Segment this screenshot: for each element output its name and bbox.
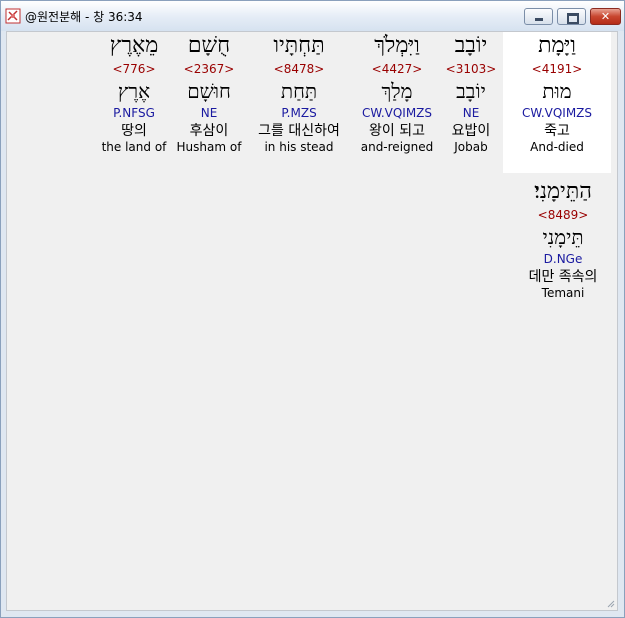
parsing-code: D.NGe <box>543 252 583 266</box>
english-gloss: Jobab <box>454 140 488 154</box>
hebrew-word: מֵאֶרֶץ <box>109 33 159 58</box>
korean-gloss: 요밥이 <box>451 123 491 139</box>
english-gloss: Temani <box>541 286 585 300</box>
parsing-code: NE <box>200 106 218 120</box>
app-icon[interactable] <box>5 8 21 24</box>
korean-gloss: 땅의 <box>121 123 147 139</box>
english-gloss: in his stead <box>264 140 334 154</box>
app-window: @원전분해 - 창 36:34 וַיָּמָת <4191> מוּת CW.… <box>0 0 625 618</box>
korean-gloss: 데만 족속의 <box>528 269 598 285</box>
hebrew-lemma: יוֹבָב <box>456 79 486 103</box>
word-card[interactable]: יוֹבָב <3103> יוֹבָב NE 요밥이 Jobab <box>435 32 507 154</box>
resize-grip-icon[interactable] <box>605 598 615 608</box>
english-gloss: the land of <box>101 140 167 154</box>
korean-gloss: 죽고 <box>544 123 570 139</box>
word-card[interactable]: וַיָּמָת <4191> מוּת CW.VQIMZS 죽고 And-di… <box>503 32 611 173</box>
title-bar[interactable]: @원전분해 - 창 36:34 <box>1 1 624 31</box>
parsing-code: P.NFSG <box>113 106 155 120</box>
strong-number[interactable]: <3103> <box>435 62 507 78</box>
hebrew-word: וַיָּמָת <box>538 33 576 58</box>
hebrew-lemma: תֵּימָנִי <box>542 225 584 249</box>
word-card[interactable]: מֵאֶרֶץ <776> אֶרֶץ P.NFSG 땅의 the land o… <box>99 32 169 154</box>
strong-number[interactable]: <2367> <box>173 62 245 78</box>
minimize-button[interactable] <box>524 8 553 25</box>
strong-number[interactable]: <4427> <box>351 62 443 78</box>
strong-number[interactable]: <8478> <box>247 62 351 78</box>
hebrew-lemma: אֶרֶץ <box>117 79 151 103</box>
hebrew-word: הַתֵּימָנִי׃ <box>534 179 592 204</box>
korean-gloss: 왕이 되고 <box>369 123 425 139</box>
strong-number[interactable]: <4191> <box>503 62 611 78</box>
hebrew-lemma: מָלַךְ <box>381 79 413 103</box>
korean-gloss: 후삼이 <box>189 123 229 139</box>
parsing-code: P.MZS <box>281 106 317 120</box>
word-card[interactable]: תַּחְתָּיו <8478> תַּחַת P.MZS 그를 대신하여 i… <box>247 32 351 154</box>
parsing-code: CW.VQIMZS <box>361 106 433 120</box>
interlinear-pane[interactable]: וַיָּמָת <4191> מוּת CW.VQIMZS 죽고 And-di… <box>6 31 618 611</box>
maximize-button[interactable] <box>557 8 586 25</box>
hebrew-lemma: מוּת <box>542 79 572 103</box>
hebrew-word: וַיִּמְלֹךְ <box>374 33 420 58</box>
parsing-code: CW.VQIMZS <box>521 106 593 120</box>
window-title: @원전분해 - 창 36:34 <box>25 10 143 24</box>
parsing-code: NE <box>462 106 480 120</box>
hebrew-word: תַּחְתָּיו <box>273 33 325 58</box>
english-gloss: and-reigned <box>360 140 434 154</box>
hebrew-lemma: תַּחַת <box>280 79 318 103</box>
word-card[interactable]: וַיִּמְלֹךְ <4427> מָלַךְ CW.VQIMZS 왕이 되… <box>351 32 443 154</box>
word-card[interactable]: חֻשָׁם <2367> חוּשָׁם NE 후삼이 Husham of <box>173 32 245 154</box>
close-button[interactable] <box>590 8 621 25</box>
hebrew-word: יוֹבָב <box>454 33 488 58</box>
strong-number[interactable]: <8489> <box>507 208 619 224</box>
word-card[interactable]: הַתֵּימָנִי׃ <8489> תֵּימָנִי D.NGe 데만 족… <box>507 178 619 300</box>
english-gloss: And-died <box>530 140 584 154</box>
korean-gloss: 그를 대신하여 <box>258 123 340 139</box>
hebrew-word: חֻשָׁם <box>187 33 231 58</box>
strong-number[interactable]: <776> <box>99 62 169 78</box>
english-gloss: Husham of <box>176 140 242 154</box>
hebrew-lemma: חוּשָׁם <box>187 79 231 103</box>
